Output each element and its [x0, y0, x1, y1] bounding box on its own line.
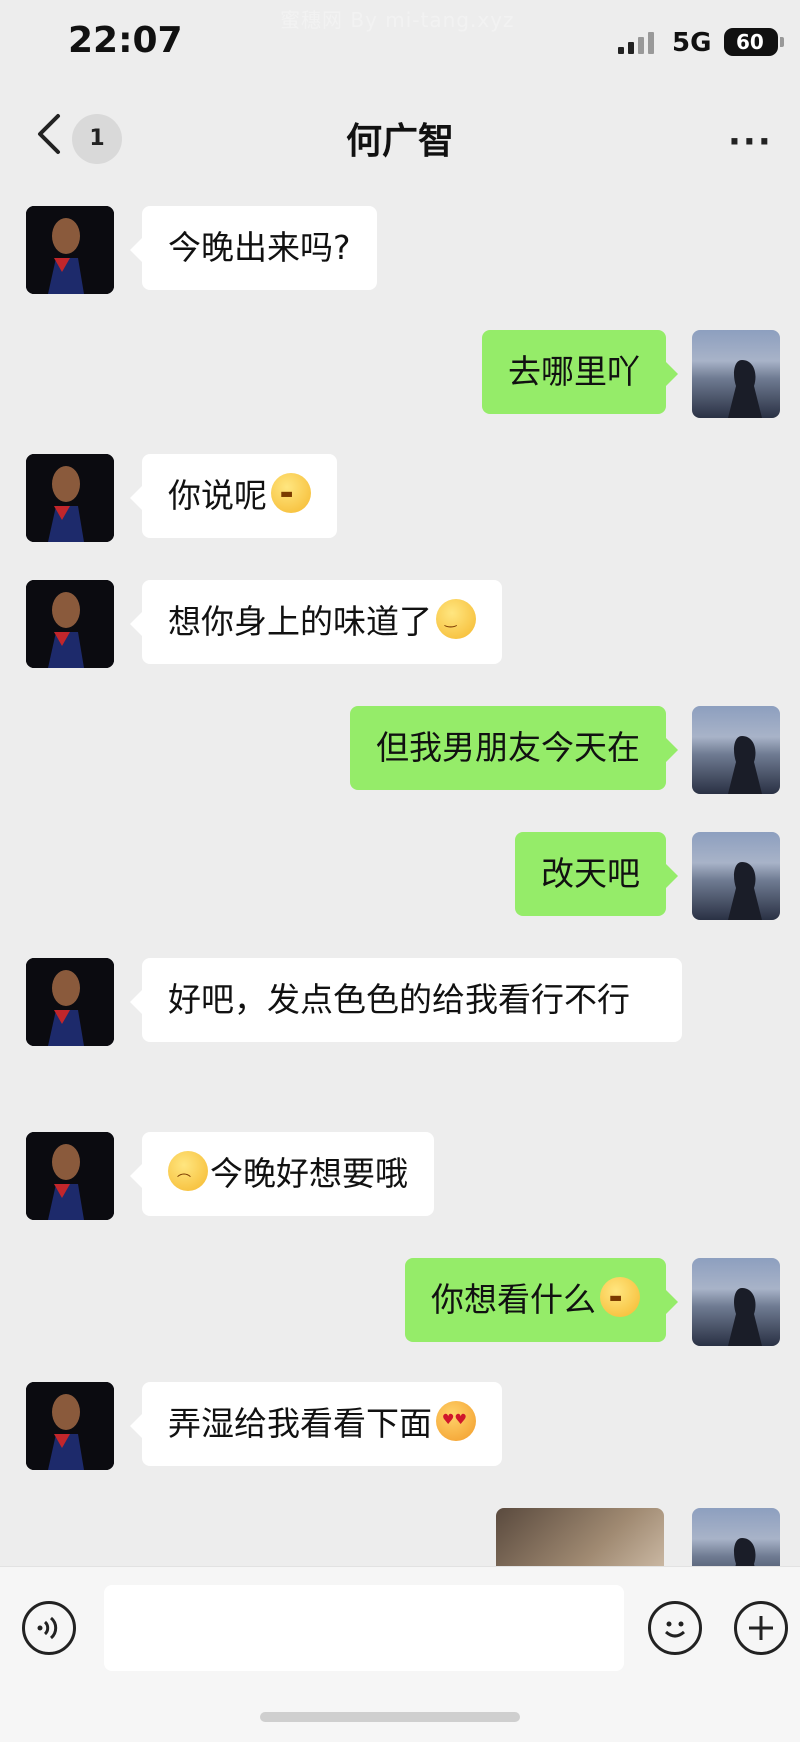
- grin-emoji-icon: ▬: [271, 473, 311, 513]
- contact-avatar[interactable]: [26, 1382, 114, 1470]
- message-input[interactable]: [104, 1585, 624, 1671]
- chat-title: 何广智: [345, 121, 454, 162]
- my-avatar[interactable]: [692, 330, 780, 418]
- voice-icon[interactable]: [22, 1601, 76, 1655]
- status-time: 22:07: [68, 20, 183, 61]
- message-bubble[interactable]: 今晚出来吗?: [130, 206, 377, 290]
- pleading-emoji-icon: ︵: [168, 1151, 208, 1191]
- message-bubble[interactable]: 想你身上的味道了 ‿: [130, 580, 502, 664]
- message-bubble[interactable]: 但我男朋友今天在: [350, 706, 678, 790]
- contact-avatar[interactable]: [26, 958, 114, 1046]
- message-bubble[interactable]: 你想看什么 ▬: [405, 1258, 678, 1342]
- message-bubble[interactable]: ︵ 今晚好想要哦: [130, 1132, 434, 1216]
- my-avatar[interactable]: [692, 1508, 780, 1566]
- message-list[interactable]: 今晚出来吗? 去哪里吖 你说呢 ▬ 想你身上的味道了 ‿ 但我男朋友今天在 改天吧 …: [0, 184, 800, 1566]
- my-avatar[interactable]: [692, 1258, 780, 1346]
- contact-avatar[interactable]: [26, 580, 114, 668]
- image-message[interactable]: [496, 1508, 664, 1566]
- contact-avatar[interactable]: [26, 206, 114, 294]
- message-text: 今晚出来吗?: [168, 228, 351, 267]
- home-indicator: [260, 1712, 520, 1722]
- message-text: 弄湿给我看看下面: [168, 1404, 432, 1443]
- smirk-emoji-icon: ‿: [436, 599, 476, 639]
- contact-avatar[interactable]: [26, 1132, 114, 1220]
- message-bubble[interactable]: 改天吧: [515, 832, 678, 916]
- message-bubble[interactable]: 好吧，发点色色的给我看行不行: [130, 958, 682, 1042]
- more-icon[interactable]: ···: [728, 122, 773, 162]
- contact-avatar[interactable]: [26, 454, 114, 542]
- message-text: 去哪里吖: [508, 352, 640, 391]
- status-bar: 22:07 5G 60: [0, 0, 800, 88]
- my-avatar[interactable]: [692, 832, 780, 920]
- message-bubble[interactable]: 你说呢 ▬: [130, 454, 337, 538]
- emoji-icon[interactable]: [648, 1601, 702, 1655]
- input-bar: [0, 1566, 800, 1742]
- message-text: 好吧，发点色色的给我看行不行: [168, 980, 630, 1019]
- message-bubble[interactable]: 弄湿给我看看下面 ♥♥: [130, 1382, 502, 1466]
- message-text: 今晚好想要哦: [210, 1154, 408, 1193]
- message-bubble[interactable]: 去哪里吖: [482, 330, 678, 414]
- message-text: 但我男朋友今天在: [376, 728, 640, 767]
- message-text: 你想看什么: [431, 1280, 596, 1319]
- heart-eyes-emoji-icon: ♥♥: [436, 1401, 476, 1441]
- message-text: 你说呢: [168, 476, 267, 515]
- plus-icon[interactable]: [734, 1601, 788, 1655]
- battery-icon: 60: [724, 28, 784, 56]
- signal-icon: [618, 32, 656, 54]
- grin-emoji-icon: ▬: [600, 1277, 640, 1317]
- my-avatar[interactable]: [692, 706, 780, 794]
- network-type: 5G: [672, 28, 712, 58]
- message-text: 改天吧: [541, 854, 640, 893]
- message-text: 想你身上的味道了: [168, 602, 432, 641]
